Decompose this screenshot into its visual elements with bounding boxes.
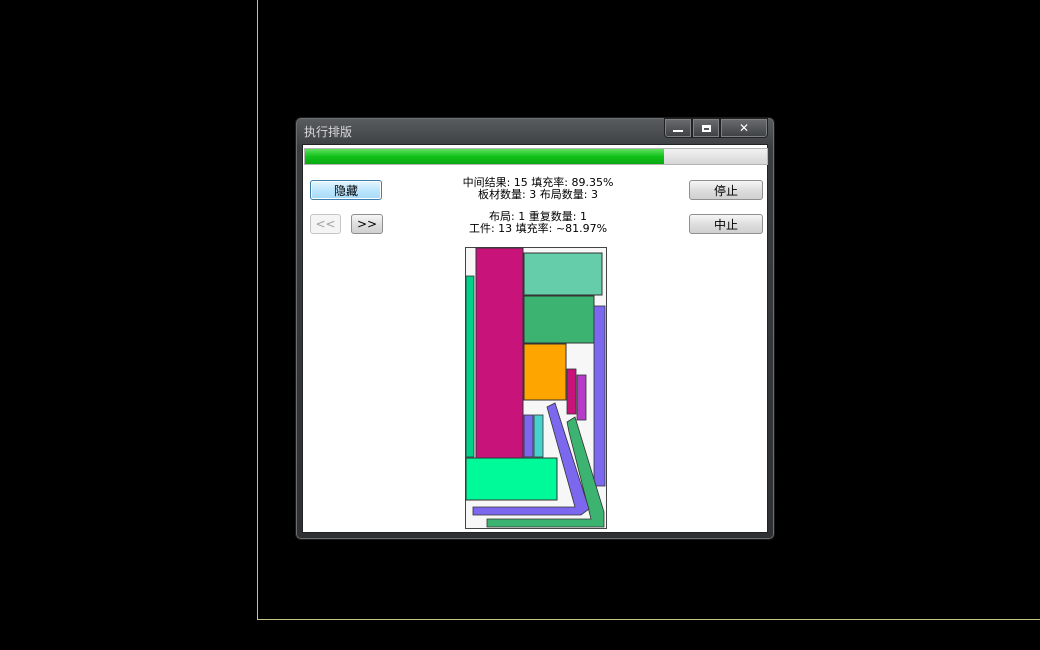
nesting-layout-preview <box>465 247 607 529</box>
part-orange <box>523 343 567 401</box>
layout-info: 布局: 1 重复数量: 1 工件: 13 填充率: ~81.97% <box>403 211 673 235</box>
part-magenta-small <box>566 368 577 415</box>
close-icon: ✕ <box>738 121 750 135</box>
summary-line-2: 板材数量: 3 布局数量: 3 <box>478 188 598 201</box>
part-violet-small <box>576 374 587 421</box>
layout-info-line-2: 工件: 13 填充率: ~81.97% <box>468 222 608 235</box>
minimize-button[interactable] <box>664 118 692 138</box>
part-teal-light <box>523 252 603 296</box>
previous-layout-button[interactable]: << <box>310 214 341 234</box>
hide-button[interactable]: 隐藏 <box>310 180 382 200</box>
part-teal-dark <box>523 295 595 344</box>
progress-bar <box>304 148 768 165</box>
part-green-bright <box>465 457 558 501</box>
part-purple-strip <box>593 305 606 487</box>
part-cyan-small <box>533 414 544 458</box>
summary-info: 中间结果: 15 填充率: 89.35% 板材数量: 3 布局数量: 3 <box>403 177 673 201</box>
part-magenta-tall <box>475 247 524 459</box>
window-title: 执行排版 <box>304 125 353 139</box>
abort-button[interactable]: 中止 <box>689 214 763 234</box>
maximize-icon <box>701 124 711 132</box>
nesting-dialog: 执行排版 ✕ 隐藏 << >> 停止 中止 中间结果: 15 填充率: 89.3… <box>295 117 775 540</box>
window-controls: ✕ <box>664 118 768 138</box>
minimize-icon <box>673 130 683 132</box>
part-purple-small <box>523 414 534 458</box>
progress-fill <box>305 149 664 164</box>
title-bar[interactable]: 执行排版 ✕ <box>296 118 774 144</box>
close-button[interactable]: ✕ <box>720 118 768 138</box>
part-strip-left <box>465 275 475 458</box>
next-layout-button[interactable]: >> <box>351 214 383 234</box>
maximize-button[interactable] <box>692 118 720 138</box>
stop-button[interactable]: 停止 <box>689 180 763 200</box>
dialog-client-area: 隐藏 << >> 停止 中止 中间结果: 15 填充率: 89.35% 板材数量… <box>302 144 768 533</box>
